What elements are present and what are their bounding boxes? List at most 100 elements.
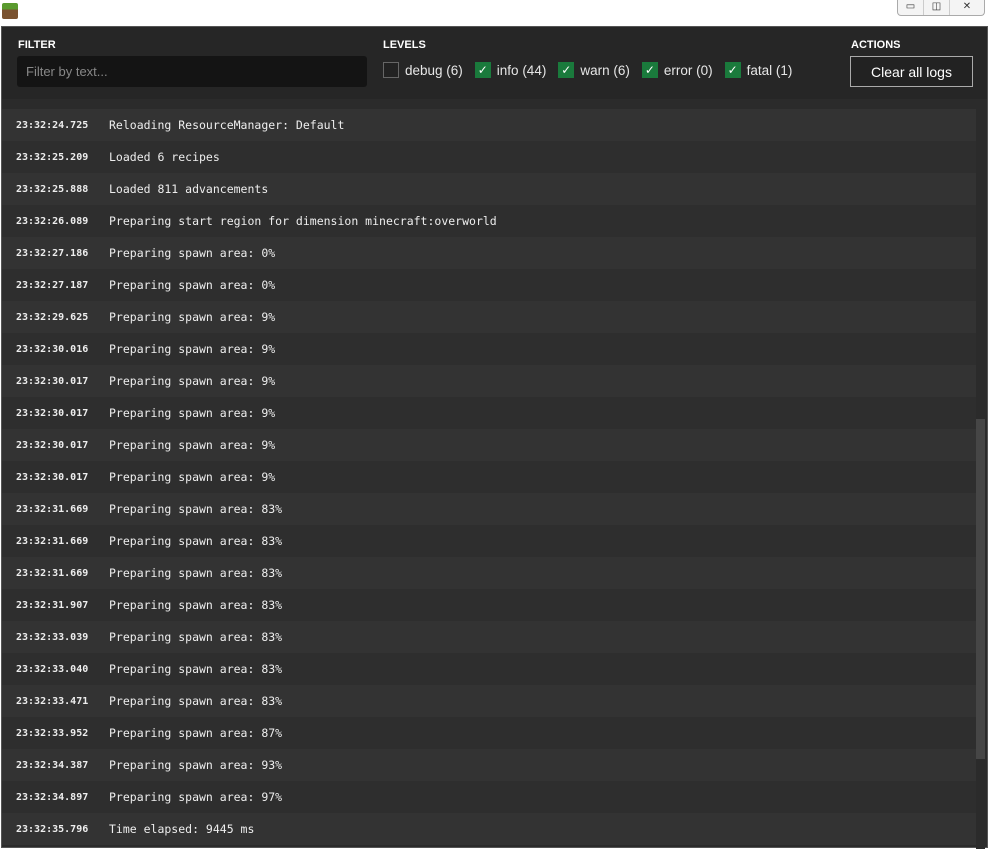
log-timestamp: 23:32:34.387 bbox=[16, 759, 89, 771]
log-message: Preparing spawn area: 0% bbox=[109, 278, 276, 292]
filter-input[interactable] bbox=[17, 56, 367, 87]
log-row: 23:32:33.039 Preparing spawn area: 83% bbox=[2, 621, 978, 653]
scrollbar[interactable] bbox=[976, 99, 985, 849]
maximize-button[interactable]: ◫ bbox=[924, 0, 950, 15]
log-message: Preparing spawn area: 87% bbox=[109, 726, 283, 740]
level-warn[interactable]: ✓ warn (6) bbox=[558, 62, 630, 78]
log-message: Preparing start region for dimension min… bbox=[109, 214, 497, 228]
log-timestamp: 23:32:26.089 bbox=[16, 215, 89, 227]
log-row: 23:32:25.209 Loaded 6 recipes bbox=[2, 141, 978, 173]
log-row: 23:32:27.187 Preparing spawn area: 0% bbox=[2, 269, 978, 301]
log-row: 23:32:30.016 Preparing spawn area: 9% bbox=[2, 333, 978, 365]
minecraft-grass-block-icon bbox=[2, 3, 18, 19]
log-message: Preparing spawn area: 83% bbox=[109, 694, 283, 708]
log-timestamp: 23:32:30.016 bbox=[16, 343, 89, 355]
checkbox[interactable]: ✓ bbox=[474, 62, 491, 78]
log-message: Preparing spawn area: 9% bbox=[109, 406, 276, 420]
level-label: info (44) bbox=[496, 62, 547, 78]
log-row: 23:32:29.625 Preparing spawn area: 9% bbox=[2, 301, 978, 333]
log-timestamp: 23:32:33.040 bbox=[16, 663, 89, 675]
log-message: Preparing spawn area: 9% bbox=[109, 310, 276, 324]
log-timestamp: 23:32:27.187 bbox=[16, 279, 89, 291]
log-timestamp: 23:32:31.669 bbox=[16, 567, 89, 579]
log-row: 23:32:25.888 Loaded 811 advancements bbox=[2, 173, 978, 205]
log-message: Preparing spawn area: 97% bbox=[109, 790, 283, 804]
log-message: Preparing spawn area: 0% bbox=[109, 246, 276, 260]
log-row: 23:32:33.040 Preparing spawn area: 83% bbox=[2, 653, 978, 685]
log-timestamp: 23:32:27.186 bbox=[16, 247, 89, 259]
log-timestamp: 23:32:24.725 bbox=[16, 119, 89, 131]
log-timestamp: 23:32:34.897 bbox=[16, 791, 89, 803]
checkbox[interactable] bbox=[383, 62, 399, 78]
log-message: Preparing spawn area: 83% bbox=[109, 502, 283, 516]
log-timestamp: 23:32:29.625 bbox=[16, 311, 89, 323]
log-message: Time elapsed: 9445 ms bbox=[109, 822, 255, 836]
log-message: Preparing spawn area: 93% bbox=[109, 758, 283, 772]
log-row: 23:32:30.017 Preparing spawn area: 9% bbox=[2, 461, 978, 493]
log-timestamp: 23:32:30.017 bbox=[16, 375, 89, 387]
level-fatal[interactable]: ✓ fatal (1) bbox=[724, 62, 793, 78]
log-row: 23:32:30.017 Preparing spawn area: 9% bbox=[2, 397, 978, 429]
log-timestamp: 23:32:33.952 bbox=[16, 727, 89, 739]
log-timestamp: 23:32:31.907 bbox=[16, 599, 89, 611]
log-row: 23:32:31.669 Preparing spawn area: 83% bbox=[2, 525, 978, 557]
log-row: 23:32:35.796 Time elapsed: 9445 ms bbox=[2, 813, 978, 845]
level-label: debug (6) bbox=[405, 62, 463, 78]
log-timestamp: 23:32:33.471 bbox=[16, 695, 89, 707]
level-info[interactable]: ✓ info (44) bbox=[474, 62, 547, 78]
log-timestamp: 23:32:31.669 bbox=[16, 535, 89, 547]
log-message: Preparing spawn area: 83% bbox=[109, 566, 283, 580]
toolbar: FILTER LEVELS debug (6) ✓ info (44) ✓ warn (… bbox=[2, 27, 987, 99]
minimize-button[interactable]: ▭ bbox=[898, 0, 924, 15]
log-row: 23:32:30.017 Preparing spawn area: 9% bbox=[2, 365, 978, 397]
log-timestamp: 23:32:30.017 bbox=[16, 471, 89, 483]
log-timestamp: 23:32:35.796 bbox=[16, 823, 89, 835]
log-row: 23:32:31.669 Preparing spawn area: 83% bbox=[2, 493, 978, 525]
log-row: 23:32:27.186 Preparing spawn area: 0% bbox=[2, 237, 978, 269]
checkbox[interactable]: ✓ bbox=[724, 62, 741, 78]
log-row: 23:32:31.907 Preparing spawn area: 83% bbox=[2, 589, 978, 621]
level-filters: debug (6) ✓ info (44) ✓ warn (6) ✓ error (0) ✓ f… bbox=[383, 62, 792, 78]
log-timestamp: 23:32:30.017 bbox=[16, 439, 89, 451]
checkbox[interactable]: ✓ bbox=[641, 62, 658, 78]
log-message: Preparing spawn area: 9% bbox=[109, 374, 276, 388]
clear-all-logs-button[interactable]: Clear all logs bbox=[850, 56, 973, 87]
log-row: 23:32:34.387 Preparing spawn area: 93% bbox=[2, 749, 978, 781]
log-message: Loaded 6 recipes bbox=[109, 150, 220, 164]
level-debug[interactable]: debug (6) bbox=[383, 62, 463, 78]
log-message: Preparing spawn area: 83% bbox=[109, 534, 283, 548]
log-list: 23:32:24.725 Reloading ResourceManager: D… bbox=[2, 109, 978, 849]
level-error[interactable]: ✓ error (0) bbox=[641, 62, 713, 78]
log-row: 23:32:31.669 Preparing spawn area: 83% bbox=[2, 557, 978, 589]
level-label: fatal (1) bbox=[746, 62, 793, 78]
levels-label: LEVELS bbox=[383, 39, 426, 51]
log-message: Preparing spawn area: 9% bbox=[109, 342, 276, 356]
actions-label: ACTIONS bbox=[851, 39, 901, 51]
log-timestamp: 23:32:25.888 bbox=[16, 183, 89, 195]
window-controls: ▭ ◫ ✕ bbox=[897, 0, 985, 16]
log-message: Reloading ResourceManager: Default bbox=[109, 118, 345, 132]
log-message: Preparing spawn area: 83% bbox=[109, 598, 283, 612]
checkbox[interactable]: ✓ bbox=[558, 62, 575, 78]
log-row: 23:32:24.725 Reloading ResourceManager: D… bbox=[2, 109, 978, 141]
title-bar: ▭ ◫ ✕ bbox=[0, 0, 989, 26]
close-button[interactable]: ✕ bbox=[950, 0, 984, 15]
log-timestamp: 23:32:33.039 bbox=[16, 631, 89, 643]
log-timestamp: 23:32:25.209 bbox=[16, 151, 89, 163]
level-label: error (0) bbox=[663, 62, 713, 78]
log-row: 23:32:34.897 Preparing spawn area: 97% bbox=[2, 781, 978, 813]
log-row: 23:32:33.952 Preparing spawn area: 87% bbox=[2, 717, 978, 749]
log-message: Preparing spawn area: 83% bbox=[109, 662, 283, 676]
log-message: Loaded 811 advancements bbox=[109, 182, 269, 196]
log-row: 23:32:33.471 Preparing spawn area: 83% bbox=[2, 685, 978, 717]
filter-label: FILTER bbox=[18, 39, 56, 51]
log-timestamp: 23:32:31.669 bbox=[16, 503, 89, 515]
level-label: warn (6) bbox=[580, 62, 630, 78]
log-message: Preparing spawn area: 9% bbox=[109, 470, 276, 484]
log-timestamp: 23:32:30.017 bbox=[16, 407, 89, 419]
log-message: Preparing spawn area: 9% bbox=[109, 438, 276, 452]
log-message: Preparing spawn area: 83% bbox=[109, 630, 283, 644]
log-viewer: FILTER LEVELS debug (6) ✓ info (44) ✓ warn (… bbox=[1, 26, 988, 849]
scrollbar-thumb[interactable] bbox=[976, 419, 985, 759]
log-row: 23:32:30.017 Preparing spawn area: 9% bbox=[2, 429, 978, 461]
